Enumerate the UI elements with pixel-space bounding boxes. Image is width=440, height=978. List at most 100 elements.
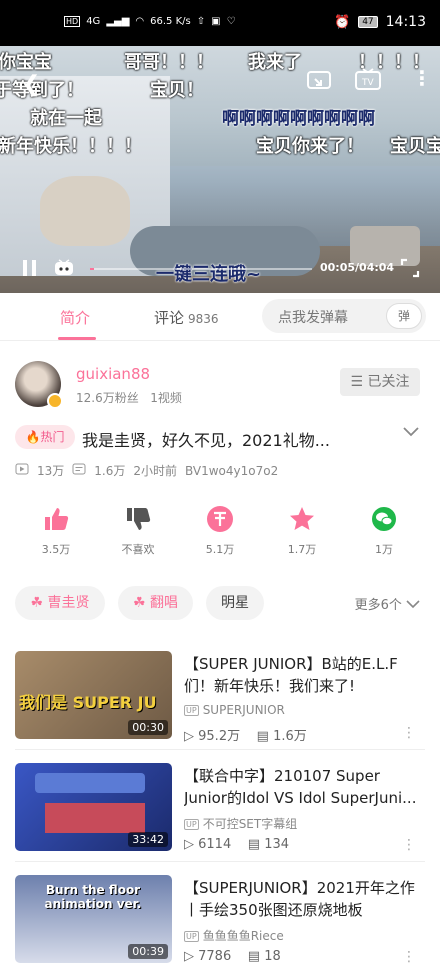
tab-intro[interactable]: 简介: [60, 307, 90, 328]
more-vertical-icon[interactable]: ⋮: [402, 725, 416, 741]
fullscreen-icon[interactable]: [400, 258, 420, 282]
rec-uploader: UP SUPERJUNIOR: [184, 703, 285, 717]
video-player[interactable]: 你宝宝 哥哥！！！ 我来了 ！！！！ 于等到了！ 宝贝！ 就在一起 啊啊啊啊啊啊…: [0, 46, 440, 293]
signal-type: 4G: [86, 16, 101, 27]
play-count-icon: [15, 463, 29, 478]
detail-tabs: 简介 评论 9836 点我发弹幕 弹: [0, 293, 440, 341]
video-duration: 33:42: [128, 832, 168, 847]
video-timecode: 00:05/04:04: [320, 261, 395, 274]
more-tags-label: 更多6个: [354, 598, 402, 613]
upload-icon: ⇧: [196, 16, 206, 27]
more-vertical-icon[interactable]: ⋮: [402, 949, 416, 965]
tag-chip[interactable]: 明星: [206, 586, 264, 620]
list-item[interactable]: 33:42 【联合中字】210107 Super Junior的Idol VS …: [0, 763, 440, 875]
tag-chip-label: 曺圭贤: [47, 595, 90, 611]
danmaku-item: 一键三连哦~: [156, 264, 262, 285]
dislike-label: 不喜欢: [121, 543, 155, 556]
more-vertical-icon[interactable]: ⋮: [402, 837, 416, 853]
back-icon[interactable]: ❮: [22, 72, 40, 97]
thumbnail-caption: Burn the floor animation ver.: [44, 883, 142, 911]
wifi-icon: ◠: [135, 16, 145, 27]
send-danmaku-input[interactable]: 点我发弹幕 弹: [262, 299, 426, 333]
danmaku-item: 宝贝宝: [390, 136, 440, 157]
more-tags[interactable]: 更多6个: [355, 594, 420, 613]
bvid: BV1wo4y1o7o2: [185, 463, 279, 478]
danmaku-settings-icon[interactable]: 弹: [386, 303, 422, 329]
video-scene-person: [40, 176, 130, 246]
hot-badge[interactable]: 🔥热门: [15, 425, 75, 449]
favorite-count: 1.7万: [287, 543, 317, 556]
divider: [15, 749, 425, 750]
status-left: HD 4G ▂▄▆ ◠ 66.5 K/s ⇧ ▣ ♡: [64, 16, 236, 27]
heart-icon: ♡: [226, 16, 236, 27]
coin-count: 5.1万: [205, 543, 235, 556]
cast-icon[interactable]: [306, 70, 332, 96]
pause-icon[interactable]: [20, 258, 40, 282]
uploader-video-count: 1视频: [150, 391, 182, 405]
status-right: ⏰ 47 14:13: [334, 14, 426, 30]
video-duration: 00:39: [128, 944, 168, 959]
cluster-icon: ☘: [132, 595, 146, 611]
rec-plays: 6114: [198, 837, 232, 852]
video-thumbnail[interactable]: Burn the floor animation ver. 00:39: [15, 875, 172, 963]
like-button[interactable]: 3.5万: [21, 505, 91, 557]
time-current: 00:05: [320, 261, 356, 274]
thumbnail-studio-sign: [35, 773, 145, 793]
danmaku-item: 宝贝！: [150, 80, 204, 101]
follow-button-label: 已关注: [367, 374, 410, 390]
seek-bar[interactable]: [90, 268, 312, 270]
favorite-button[interactable]: 1.7万: [267, 505, 337, 557]
tab-comments[interactable]: 评论 9836: [154, 307, 219, 328]
danmaku-toggle-icon[interactable]: [54, 259, 74, 281]
tag-chip[interactable]: ☘ 曺圭贤: [15, 586, 105, 620]
more-vertical-icon[interactable]: ⋮: [412, 66, 432, 90]
play-count-icon: ▷: [184, 949, 194, 964]
thumbnail-caption: 我们是 SUPER JU: [19, 693, 157, 712]
danmaku-count-icon: [72, 463, 86, 478]
rec-title[interactable]: 【SUPER JUNIOR】B站的E.L.F们！新年快乐！我们来了!: [184, 653, 424, 697]
dislike-icon: [124, 505, 152, 533]
fire-icon: 🔥: [25, 430, 41, 444]
uploader-info: guixian88 12.6万粉丝 1视频 ☰ 已关注: [0, 355, 440, 415]
danmaku-item: 你宝宝: [0, 52, 52, 73]
tag-chip[interactable]: ☘ 翻唱: [118, 586, 193, 620]
rec-uploader-name: 鱼鱼鱼鱼Riece: [202, 929, 284, 943]
wechat-icon: [370, 505, 398, 533]
share-button[interactable]: 1万: [349, 505, 419, 557]
tab-comments-count: 9836: [188, 312, 219, 326]
net-speed: 66.5 K/s: [150, 16, 191, 27]
play-count-icon: ▷: [184, 729, 194, 744]
video-title[interactable]: 我是圭贤，好久不见，2021礼物...: [82, 427, 382, 451]
tv-icon[interactable]: TV: [354, 68, 382, 96]
signal-icon: ▂▄▆: [106, 16, 130, 27]
video-thumbnail[interactable]: 我们是 SUPER JU 00:30: [15, 651, 172, 739]
coin-button[interactable]: 5.1万: [185, 505, 255, 557]
video-thumbnail[interactable]: 33:42: [15, 763, 172, 851]
danmaku-item: 宝贝你来了！: [256, 136, 364, 157]
status-bar: HD 4G ▂▄▆ ◠ 66.5 K/s ⇧ ▣ ♡ ⏰ 47 14:13: [0, 0, 440, 46]
list-item[interactable]: 我们是 SUPER JU 00:30 【SUPER JUNIOR】B站的E.L.…: [0, 651, 440, 763]
danmaku-count-icon: ▤: [247, 949, 261, 964]
list-item[interactable]: Burn the floor animation ver. 00:39 【SUP…: [0, 875, 440, 978]
rec-stats: ▷ 6114 ▤ 134: [184, 837, 289, 852]
follow-button[interactable]: ☰ 已关注: [340, 368, 420, 396]
play-count: 13万: [37, 464, 65, 478]
chevron-down-icon[interactable]: [402, 426, 420, 442]
tag-row: ☘ 曺圭贤 ☘ 翻唱 明星 更多6个: [0, 586, 440, 622]
play-count-icon: ▷: [184, 837, 194, 852]
verified-badge-icon: [47, 393, 63, 409]
battery-icon: 47: [358, 16, 378, 28]
uploader-fans: 12.6万粉丝: [76, 391, 139, 405]
avatar[interactable]: [15, 361, 63, 409]
svg-text:TV: TV: [361, 78, 374, 88]
rec-plays: 7786: [198, 949, 232, 964]
tab-active-indicator: [58, 337, 96, 340]
rec-title[interactable]: 【SUPERJUNIOR】2021开年之作丨手绘350张图还原烧地板: [184, 877, 424, 921]
uploader-name[interactable]: guixian88: [76, 365, 150, 383]
dislike-button[interactable]: 不喜欢: [103, 505, 173, 557]
danmaku-item: 啊啊啊啊啊啊啊啊啊: [222, 109, 375, 129]
tag-chip-label: 翻唱: [150, 595, 178, 611]
rec-stats: ▷ 95.2万 ▤ 1.6万: [184, 725, 307, 744]
coin-icon: [206, 505, 234, 533]
rec-title[interactable]: 【联合中字】210107 Super Junior的Idol VS Idol S…: [184, 765, 424, 809]
